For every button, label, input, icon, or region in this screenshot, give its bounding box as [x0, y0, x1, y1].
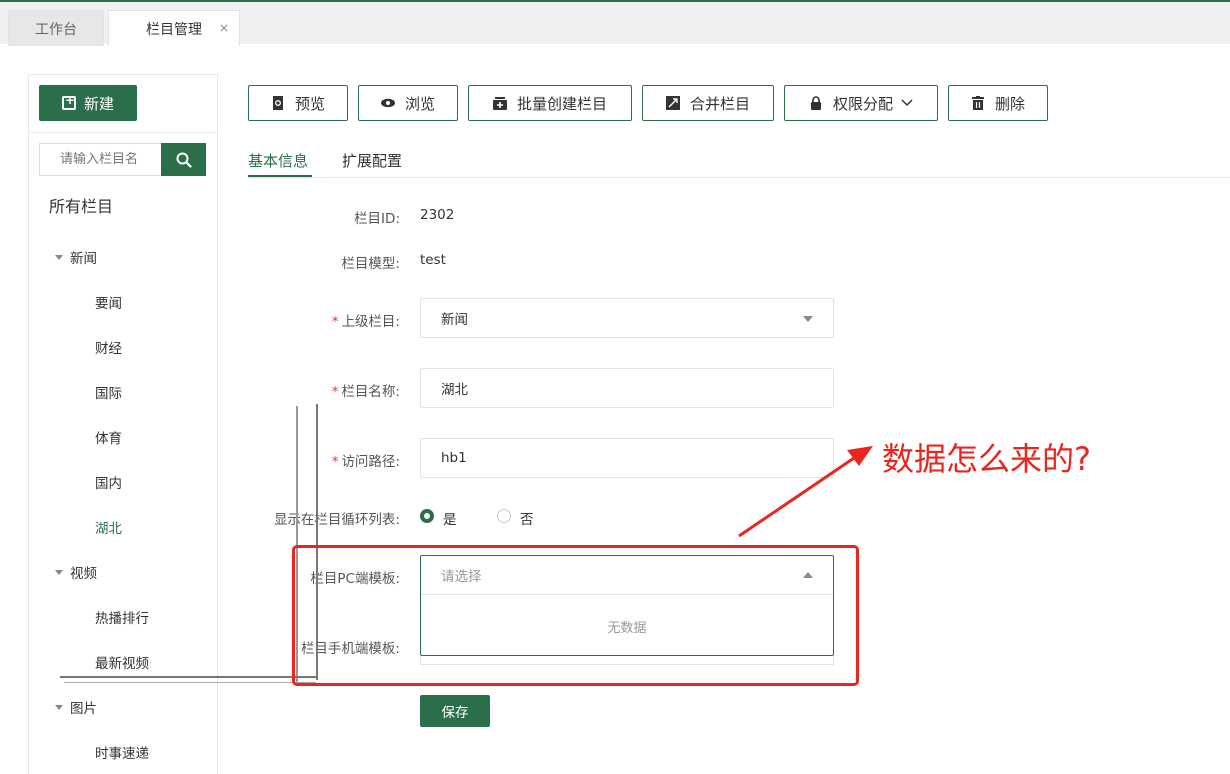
preview-label: 预览 [294, 94, 325, 113]
radio-yes-label[interactable]: 是 [443, 508, 457, 528]
new-button[interactable]: 新建 [39, 85, 137, 121]
tab-label: 工作台 [35, 21, 77, 38]
browse-button[interactable]: 浏览 [358, 85, 458, 121]
column-id-value: 2302 [420, 207, 455, 223]
close-icon[interactable]: × [219, 21, 229, 35]
active-tab-indicator [248, 175, 312, 177]
new-button-label: 新建 [83, 94, 114, 113]
preview-doc-icon [272, 96, 283, 110]
annotation-text: 数据怎么来的? [882, 440, 1091, 478]
radio-no-label[interactable]: 否 [520, 508, 534, 528]
tree-node-label: 图片 [70, 701, 97, 717]
tree-node[interactable]: 时事速递 [95, 742, 149, 762]
preview-button[interactable]: 预览 [248, 85, 348, 121]
annotation-bracket [64, 682, 316, 683]
browse-label: 浏览 [404, 94, 435, 113]
tree-node-active[interactable]: 湖北 [95, 517, 122, 537]
column-model-value: test [420, 252, 446, 268]
tree-node[interactable]: 热播排行 [95, 607, 149, 627]
tree-node[interactable]: 国际 [95, 382, 122, 402]
column-id-label: 栏目ID: [354, 211, 400, 227]
tree-node[interactable]: 最新视频 [95, 652, 149, 672]
show-in-loop-label: 显示在栏目循环列表: [273, 512, 400, 528]
parent-column-label-text: 上级栏目: [341, 314, 400, 330]
tree-node-pictures[interactable]: 图片 [55, 697, 97, 717]
tree-node-video[interactable]: 视频 [55, 562, 97, 582]
annotation-highlight-box [292, 545, 859, 686]
delete-label: 删除 [994, 94, 1025, 113]
merge-icon [665, 96, 680, 110]
radio-no[interactable] [497, 509, 511, 523]
tree-node[interactable]: 财经 [95, 337, 122, 357]
lock-icon [810, 96, 821, 110]
tab-workbench[interactable]: 工作台 [8, 10, 104, 46]
parent-column-label: * 上级栏目: [331, 314, 400, 330]
column-name-label: * 栏目名称: [331, 384, 400, 400]
annotation-arrow-icon [738, 446, 873, 538]
caret-down-icon[interactable] [55, 704, 63, 710]
access-path-value: hb1 [441, 450, 467, 466]
merge-button[interactable]: 合并栏目 [642, 85, 774, 121]
tab-extended-config[interactable]: 扩展配置 [342, 150, 402, 171]
batch-add-icon [492, 97, 507, 110]
access-path-label: * 访问路径: [331, 454, 400, 470]
add-icon [61, 93, 76, 110]
permissions-button[interactable]: 权限分配 [784, 85, 938, 121]
column-model-label: 栏目模型: [341, 256, 400, 272]
tree-node[interactable]: 要闻 [95, 292, 122, 312]
save-button[interactable]: 保存 [420, 695, 490, 727]
search-button[interactable] [161, 143, 206, 176]
divider [29, 132, 217, 133]
column-name-input[interactable]: 湖北 [420, 368, 834, 408]
eye-icon [380, 98, 395, 108]
column-name-label-text: 栏目名称: [341, 384, 400, 400]
search-input[interactable] [39, 143, 161, 176]
annotation-bracket [60, 676, 318, 678]
tab-basic-info[interactable]: 基本信息 [248, 150, 308, 171]
tree-node[interactable]: 体育 [95, 427, 122, 447]
tab-column-management[interactable]: 栏目管理 × [108, 10, 240, 46]
dropdown-arrow-icon [803, 316, 813, 322]
tabs-divider [248, 177, 1230, 178]
batch-create-button[interactable]: 批量创建栏目 [468, 85, 632, 121]
parent-column-select[interactable]: 新闻 [420, 298, 834, 338]
tab-bar: 工作台 栏目管理 × [0, 2, 1230, 46]
permissions-label: 权限分配 [832, 94, 893, 113]
tree-node-label: 视频 [70, 566, 97, 582]
search-icon [176, 152, 192, 168]
sidebar: 新建 所有栏目 新闻 要闻 财经 国际 体育 国内 湖北 视频 热播排行 最新视… [28, 74, 218, 774]
delete-button[interactable]: 删除 [948, 85, 1048, 121]
tree-node[interactable]: 国内 [95, 472, 122, 492]
parent-column-value: 新闻 [441, 312, 468, 328]
tree-node-label: 新闻 [70, 251, 97, 267]
chevron-down-icon [901, 99, 913, 107]
caret-down-icon[interactable] [55, 254, 63, 260]
caret-down-icon[interactable] [55, 569, 63, 575]
column-name-value: 湖北 [441, 382, 468, 398]
radio-yes[interactable] [420, 509, 434, 523]
all-columns-title[interactable]: 所有栏目 [49, 193, 113, 217]
merge-label: 合并栏目 [689, 94, 750, 113]
tab-label: 栏目管理 [146, 21, 202, 38]
batch-create-label: 批量创建栏目 [516, 94, 607, 113]
access-path-label-text: 访问路径: [341, 454, 400, 470]
tree-node-news[interactable]: 新闻 [55, 247, 97, 267]
trash-icon [971, 96, 984, 110]
